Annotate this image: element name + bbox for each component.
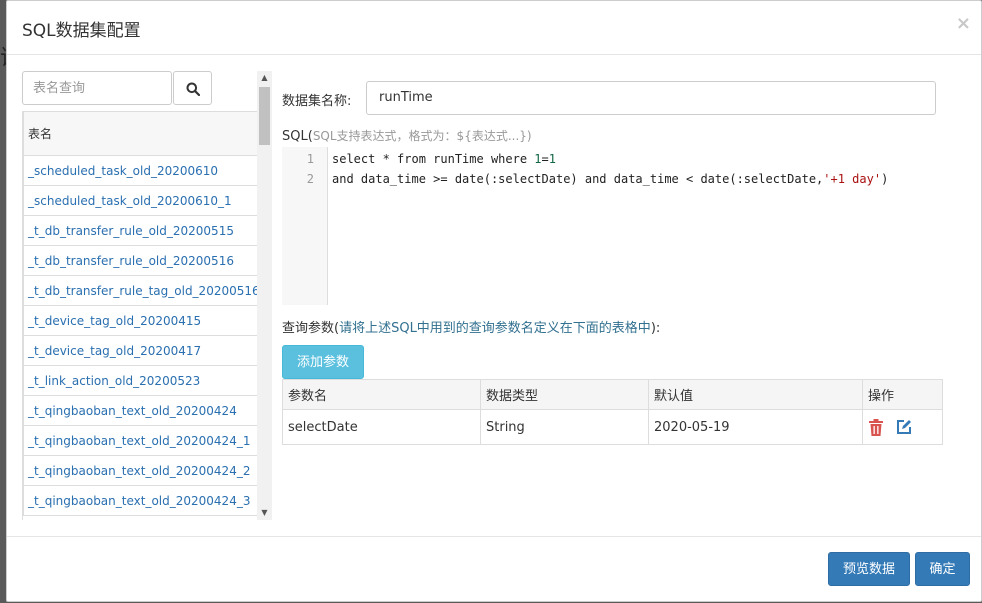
table-row[interactable]: _t_link_action_old_20200523表 [23, 365, 257, 396]
table-name-link[interactable]: _t_db_transfer_rule_old_20200516 [23, 245, 257, 276]
table-row[interactable]: _t_qingbaoban_text_old_20200424_2表 [23, 455, 257, 486]
dialog-title: SQL数据集配置 [22, 21, 141, 41]
table-row[interactable]: _t_device_tag_old_20200417表 [23, 335, 257, 366]
confirm-button[interactable]: 确定 [915, 552, 970, 586]
param-col-name: 参数名 [282, 379, 481, 410]
dataset-name-input[interactable]: runTime [366, 81, 936, 115]
sql-label: SQL(SQL支持表达式，格式为：${表达式...}) [282, 127, 532, 144]
param-name-cell[interactable]: selectDate [282, 409, 481, 445]
table-row[interactable]: _t_qingbaoban_text_old_20200424_3表 [23, 485, 257, 516]
table-row[interactable]: _t_db_transfer_rule_old_20200515表 [23, 215, 257, 246]
table-list: 表名 类型 _scheduled_task_old_20200610表_sche… [22, 111, 257, 520]
table-row[interactable]: _t_db_transfer_rule_tag_old_20200516表 [23, 275, 257, 306]
table-name-link[interactable]: _scheduled_task_old_20200610_1 [23, 185, 257, 216]
param-type-cell[interactable]: String [480, 409, 649, 445]
table-search-input[interactable] [22, 71, 172, 105]
sql-label-end: ) [526, 129, 532, 143]
search-button[interactable] [173, 71, 212, 105]
table-name-link[interactable]: _t_qingbaoban_text_old_20200424_3 [23, 485, 257, 516]
trash-icon[interactable] [868, 418, 884, 436]
param-label-end: ): [650, 321, 661, 336]
sql-dataset-dialog: SQL数据集配置 × 表名 类型 _scheduled_task_old_202… [6, 0, 982, 602]
table-row[interactable]: _scheduled_task_old_20200610_1表 [23, 185, 257, 216]
table-name-link[interactable]: _t_db_transfer_rule_old_20200515 [23, 215, 257, 246]
params-table: 参数名 数据类型 默认值 操作 selectDate String 2020-0… [282, 379, 943, 445]
code-token: '+1 day' [823, 172, 882, 186]
table-row[interactable]: _t_qingbaoban_text_old_20200424_1表 [23, 425, 257, 456]
edit-icon[interactable] [896, 419, 912, 435]
table-name-link[interactable]: _t_qingbaoban_text_old_20200424 [23, 395, 257, 426]
table-list-scrollbar[interactable]: ▲ ▼ [257, 71, 272, 520]
table-name-link[interactable]: _t_device_tag_old_20200417 [23, 335, 257, 366]
code-token: 1 [548, 152, 556, 166]
scroll-down-arrow-icon[interactable]: ▼ [257, 506, 272, 520]
sql-code-line[interactable]: select * from runTime where 1=1 [332, 152, 556, 166]
table-name-link[interactable]: _t_db_transfer_rule_tag_old_20200516 [23, 275, 257, 306]
table-name-link[interactable]: _t_qingbaoban_text_old_20200424_2 [23, 455, 257, 486]
table-name-link[interactable]: _t_qingbaoban_text_old_20200424_1 [23, 425, 257, 456]
table-row[interactable]: _t_qingbaoban_text_old_20200424表 [23, 395, 257, 426]
scroll-thumb[interactable] [259, 87, 270, 145]
code-token: ) [881, 172, 889, 186]
param-col-type: 数据类型 [480, 379, 649, 410]
line-number-gutter [282, 147, 328, 305]
param-col-action: 操作 [862, 379, 943, 410]
table-name-link[interactable]: _t_link_action_old_20200523 [23, 365, 257, 396]
param-label-text: 查询参数( [282, 321, 340, 336]
sql-editor[interactable]: 1 select * from runTime where 1=1 2 and dat… [282, 147, 942, 305]
param-hint: 请将上述SQL中用到的查询参数名定义在下面的表格中 [339, 321, 651, 336]
dataset-name-label: 数据集名称: [282, 94, 352, 109]
dialog-footer: 预览数据 确定 [7, 536, 981, 603]
dialog-header: SQL数据集配置 × [7, 1, 981, 55]
param-actions-cell [862, 409, 943, 445]
sql-code-line[interactable]: and data_time >= date(:selectDate) and d… [332, 172, 888, 186]
table-name-link[interactable]: _t_device_tag_old_20200415 [23, 305, 257, 336]
param-col-default: 默认值 [648, 379, 863, 410]
table-row[interactable]: _t_db_transfer_rule_old_20200516表 [23, 245, 257, 276]
code-token: = [541, 152, 549, 166]
table-row[interactable]: _t_device_tag_old_20200415表 [23, 305, 257, 336]
scroll-up-arrow-icon[interactable]: ▲ [257, 71, 272, 85]
close-icon[interactable]: × [956, 13, 971, 34]
code-token: select * from runTime where [332, 152, 535, 166]
param-row: selectDate String 2020-05-19 [282, 409, 943, 445]
table-name-link[interactable]: _scheduled_task_old_20200610 [23, 155, 257, 186]
query-params-label: 查询参数(请将上述SQL中用到的查询参数名定义在下面的表格中): [282, 317, 660, 336]
add-param-button[interactable]: 添加参数 [282, 345, 364, 379]
line-number: 1 [306, 152, 314, 166]
table-row[interactable]: _scheduled_task_old_20200610表 [23, 155, 257, 186]
code-token: and data_time >= date(:selectDate) and d… [332, 172, 824, 186]
sql-hint: SQL支持表达式，格式为：${表达式...} [312, 129, 527, 143]
table-list-table: 表名 类型 _scheduled_task_old_20200610表_sche… [23, 111, 257, 516]
code-token: 1 [534, 152, 542, 166]
line-number: 2 [306, 172, 314, 186]
column-header-name[interactable]: 表名 [23, 111, 257, 156]
sql-label-text: SQL( [282, 129, 313, 144]
preview-data-button[interactable]: 预览数据 [828, 552, 910, 586]
param-default-cell[interactable]: 2020-05-19 [648, 409, 863, 445]
search-icon [186, 82, 200, 96]
